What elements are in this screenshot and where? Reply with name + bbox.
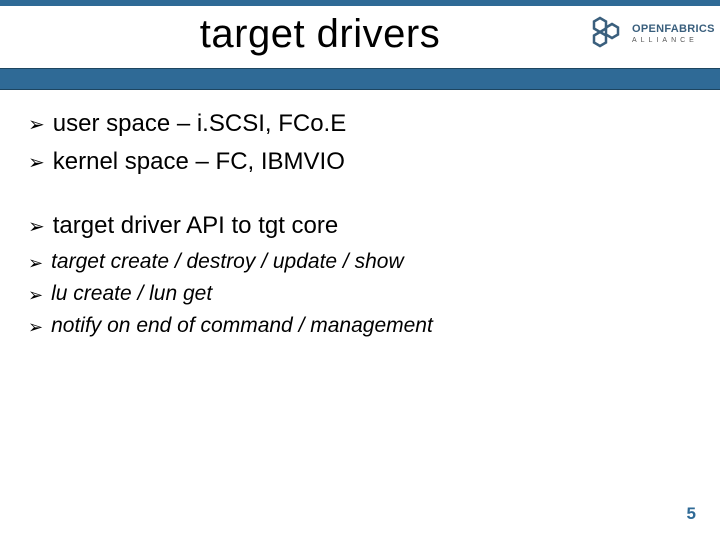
bullet-arrow-icon: ➢ bbox=[28, 282, 43, 308]
list-item-text: target create / destroy / update / show bbox=[51, 250, 404, 274]
list-item: ➢ lu create / lun get bbox=[28, 282, 692, 308]
list-item: ➢ kernel space – FC, IBMVIO bbox=[28, 148, 692, 178]
list-item: ➢ notify on end of command / management bbox=[28, 314, 692, 340]
list-item-text: target driver API to tgt core bbox=[53, 212, 338, 240]
list-item: ➢ target create / destroy / update / sho… bbox=[28, 250, 692, 276]
logo-subline: ALLIANCE bbox=[632, 37, 715, 44]
content-area: ➢ user space – i.SCSI, FCo.E ➢ kernel sp… bbox=[28, 110, 692, 346]
bullet-arrow-icon: ➢ bbox=[28, 212, 45, 242]
list-item-text: kernel space – FC, IBMVIO bbox=[53, 148, 345, 176]
bullet-arrow-icon: ➢ bbox=[28, 110, 45, 140]
list-item-text: notify on end of command / management bbox=[51, 314, 433, 338]
bullet-list: ➢ target driver API to tgt core bbox=[28, 212, 692, 242]
sub-bullet-list: ➢ target create / destroy / update / sho… bbox=[28, 250, 692, 340]
page-number: 5 bbox=[687, 504, 696, 524]
list-item-text: lu create / lun get bbox=[51, 282, 212, 306]
bullet-arrow-icon: ➢ bbox=[28, 250, 43, 276]
slide-title-text: target drivers bbox=[200, 12, 440, 56]
bullet-arrow-icon: ➢ bbox=[28, 314, 43, 340]
hexagon-cluster-icon bbox=[586, 14, 626, 54]
list-item-text: user space – i.SCSI, FCo.E bbox=[53, 110, 346, 138]
top-accent-bar bbox=[0, 0, 720, 6]
spacer bbox=[28, 186, 692, 212]
logo-text: OPENFABRICS ALLIANCE bbox=[632, 24, 715, 44]
bullet-list: ➢ user space – i.SCSI, FCo.E ➢ kernel sp… bbox=[28, 110, 692, 178]
openfabrics-logo: OPENFABRICS ALLIANCE bbox=[586, 8, 706, 60]
header-bar bbox=[0, 68, 720, 90]
bullet-arrow-icon: ➢ bbox=[28, 148, 45, 178]
list-item: ➢ user space – i.SCSI, FCo.E bbox=[28, 110, 692, 140]
slide: target drivers OPENFABRICS ALLIANCE ➢ us… bbox=[0, 0, 720, 540]
logo-brand: OPENFABRICS bbox=[632, 24, 715, 35]
list-item: ➢ target driver API to tgt core bbox=[28, 212, 692, 242]
